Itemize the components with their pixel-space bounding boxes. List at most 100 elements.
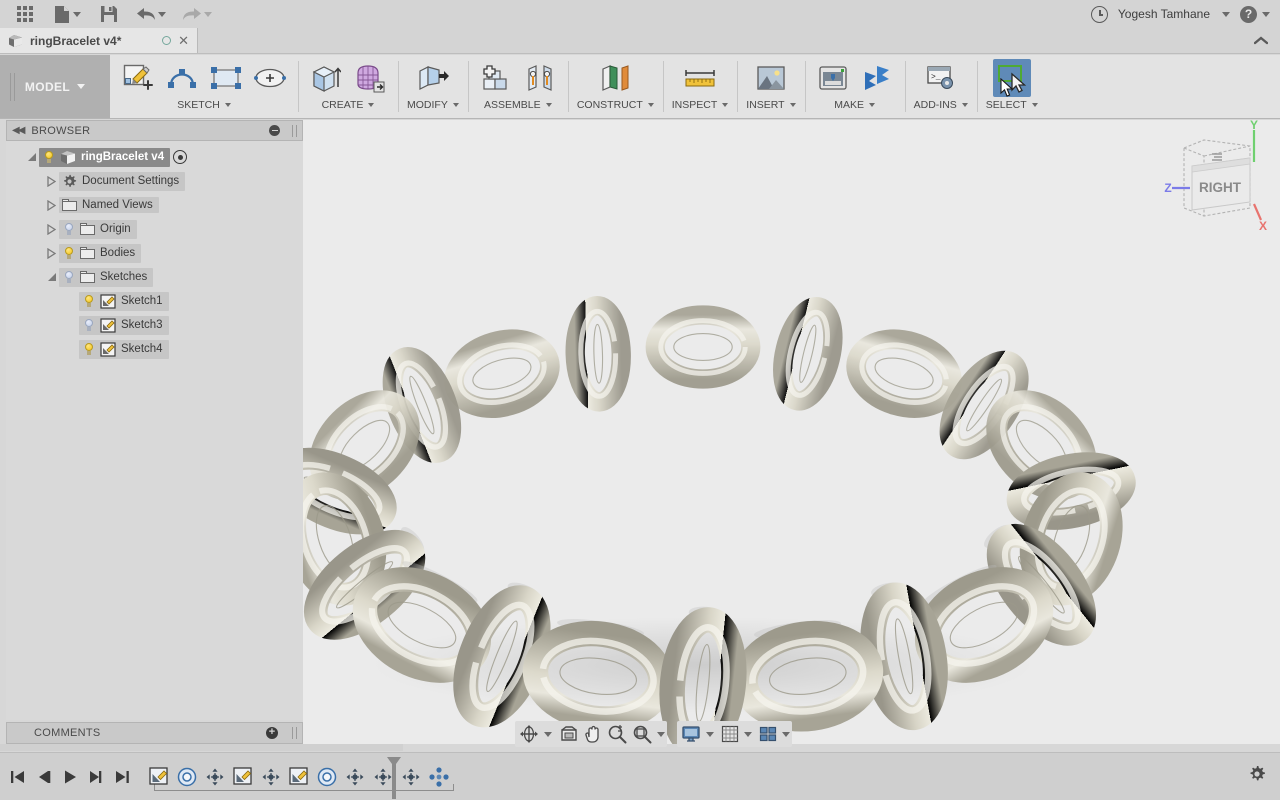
play-button[interactable] (58, 764, 82, 790)
mesh-pattern-icon[interactable] (351, 59, 389, 97)
timeline-feature-move[interactable] (400, 766, 422, 788)
rectangle-icon[interactable] (207, 59, 245, 97)
ribbon-group-label[interactable]: INSERT (746, 99, 796, 111)
new-component-icon[interactable] (477, 59, 515, 97)
minimize-icon[interactable] (269, 125, 280, 136)
create-sketch-icon[interactable] (119, 59, 157, 97)
tree-item-chip[interactable]: Document Settings (59, 171, 186, 191)
look-at-icon[interactable] (557, 722, 581, 746)
ribbon-group-label[interactable]: MAKE (834, 99, 875, 111)
light-bulb-icon[interactable] (82, 294, 95, 309)
joint-icon[interactable] (521, 59, 559, 97)
expand-triangle-closed-icon[interactable] (44, 175, 59, 187)
light-bulb-icon[interactable] (62, 222, 75, 237)
viewports-caret-icon[interactable] (782, 731, 790, 737)
chain-link[interactable] (645, 305, 761, 389)
ribbon-group-label[interactable]: CREATE (322, 99, 375, 111)
cam-icon[interactable] (858, 59, 896, 97)
timeline-feature-move[interactable] (344, 766, 366, 788)
close-icon[interactable]: ✕ (178, 34, 189, 47)
timeline-settings-button[interactable] (1248, 765, 1280, 788)
tree-item-chip[interactable]: Sketch1 (79, 291, 169, 311)
offset-plane-icon[interactable] (596, 59, 634, 97)
pan-icon[interactable] (582, 722, 604, 746)
measure-icon[interactable] (681, 59, 719, 97)
tree-item-sketch3[interactable]: Sketch3 (6, 313, 303, 337)
light-bulb-icon[interactable] (82, 318, 95, 333)
file-icon[interactable] (44, 1, 90, 27)
step-forward-button[interactable] (84, 764, 108, 790)
orbit-icon[interactable] (517, 722, 541, 746)
tree-item-chip[interactable]: Origin (59, 219, 137, 239)
tree-item-sketch1[interactable]: Sketch1 (6, 289, 303, 313)
tree-item-chip[interactable]: Sketches (59, 267, 154, 287)
app-grid-icon[interactable] (6, 1, 44, 27)
tree-item-chip[interactable]: ringBracelet v4 (39, 147, 171, 167)
tree-item-chip[interactable]: Named Views (59, 197, 159, 213)
circle-center-icon[interactable] (251, 59, 289, 97)
timeline-feature-pattern[interactable] (428, 766, 450, 788)
workspace-selector[interactable]: MODEL (0, 55, 110, 118)
grid-caret-icon[interactable] (744, 731, 752, 737)
timeline-feature-revolve[interactable] (176, 766, 198, 788)
tree-item-sketches[interactable]: Sketches (6, 265, 303, 289)
tree-item-chip[interactable]: Bodies (59, 243, 142, 263)
tree-item-origin[interactable]: Origin (6, 217, 303, 241)
zoom-icon[interactable] (605, 722, 629, 746)
viewports-icon[interactable] (757, 722, 779, 746)
double-left-arrow-icon[interactable]: ◀◀ (12, 125, 25, 136)
orbit-caret-icon[interactable] (544, 731, 552, 737)
tree-item-bodies[interactable]: Bodies (6, 241, 303, 265)
go-to-end-button[interactable] (110, 764, 134, 790)
document-modified-indicator[interactable] (162, 36, 172, 45)
help-caret-icon[interactable] (1262, 11, 1270, 17)
extrude-icon[interactable] (307, 59, 345, 97)
tree-item-chip[interactable]: Sketch4 (79, 339, 169, 359)
redo-icon[interactable] (174, 1, 220, 27)
expand-triangle-open-icon[interactable] (24, 153, 39, 161)
component-activate-radio[interactable] (173, 150, 188, 164)
expand-triangle-closed-icon[interactable] (44, 223, 59, 235)
display-caret-icon[interactable] (706, 731, 714, 737)
ribbon-group-label[interactable]: ASSEMBLE (484, 99, 552, 111)
tree-item-chip[interactable]: Sketch3 (79, 315, 169, 335)
grid-snaps-icon[interactable] (719, 722, 741, 746)
tree-item-sketch4[interactable]: Sketch4 (6, 337, 303, 361)
timeline-feature-sketch[interactable] (288, 766, 310, 788)
ribbon-group-label[interactable]: INSPECT (672, 99, 729, 111)
scripts-addins-icon[interactable]: >_ (922, 59, 960, 97)
ribbon-group-label[interactable]: SKETCH (177, 99, 231, 111)
view-cube[interactable]: RIGHT Y X Z (1162, 120, 1272, 235)
fit-caret-icon[interactable] (657, 731, 665, 737)
comments-panel[interactable]: COMMENTS + (6, 722, 303, 744)
light-bulb-icon[interactable] (62, 270, 75, 285)
help-icon[interactable]: ? (1240, 5, 1257, 23)
ribbon-group-label[interactable]: CONSTRUCT (577, 99, 654, 111)
expand-triangle-closed-icon[interactable] (44, 247, 59, 259)
panel-grip[interactable] (292, 124, 297, 137)
timeline-feature-move[interactable] (260, 766, 282, 788)
line-spline-icon[interactable] (163, 59, 201, 97)
expand-triangle-closed-icon[interactable] (44, 199, 59, 211)
tree-item-document-settings[interactable]: Document Settings (6, 169, 303, 193)
fit-icon[interactable] (630, 722, 654, 746)
press-pull-icon[interactable] (414, 59, 452, 97)
document-tab[interactable]: ringBracelet v4* ✕ (0, 28, 198, 53)
chain-link[interactable] (767, 294, 849, 413)
3d-print-icon[interactable] (814, 59, 852, 97)
expand-triangle-open-icon[interactable] (44, 273, 59, 281)
job-status-icon[interactable] (1090, 5, 1108, 23)
tree-item-root[interactable]: ringBracelet v4 (6, 145, 303, 169)
save-icon[interactable] (90, 1, 128, 27)
viewport-canvas[interactable]: RIGHT Y X Z (303, 120, 1280, 752)
collapse-toolbar-button[interactable] (1242, 28, 1280, 53)
ribbon-group-label[interactable]: ADD-INS (914, 99, 968, 111)
light-bulb-icon[interactable] (82, 342, 95, 357)
timeline-feature-move[interactable] (372, 766, 394, 788)
light-bulb-icon[interactable] (62, 246, 75, 261)
panel-grip[interactable] (292, 727, 297, 739)
insert-image-icon[interactable] (752, 59, 790, 97)
ribbon-group-label[interactable]: MODIFY (407, 99, 459, 111)
timeline-feature-revolve[interactable] (316, 766, 338, 788)
timeline-feature-move[interactable] (204, 766, 226, 788)
